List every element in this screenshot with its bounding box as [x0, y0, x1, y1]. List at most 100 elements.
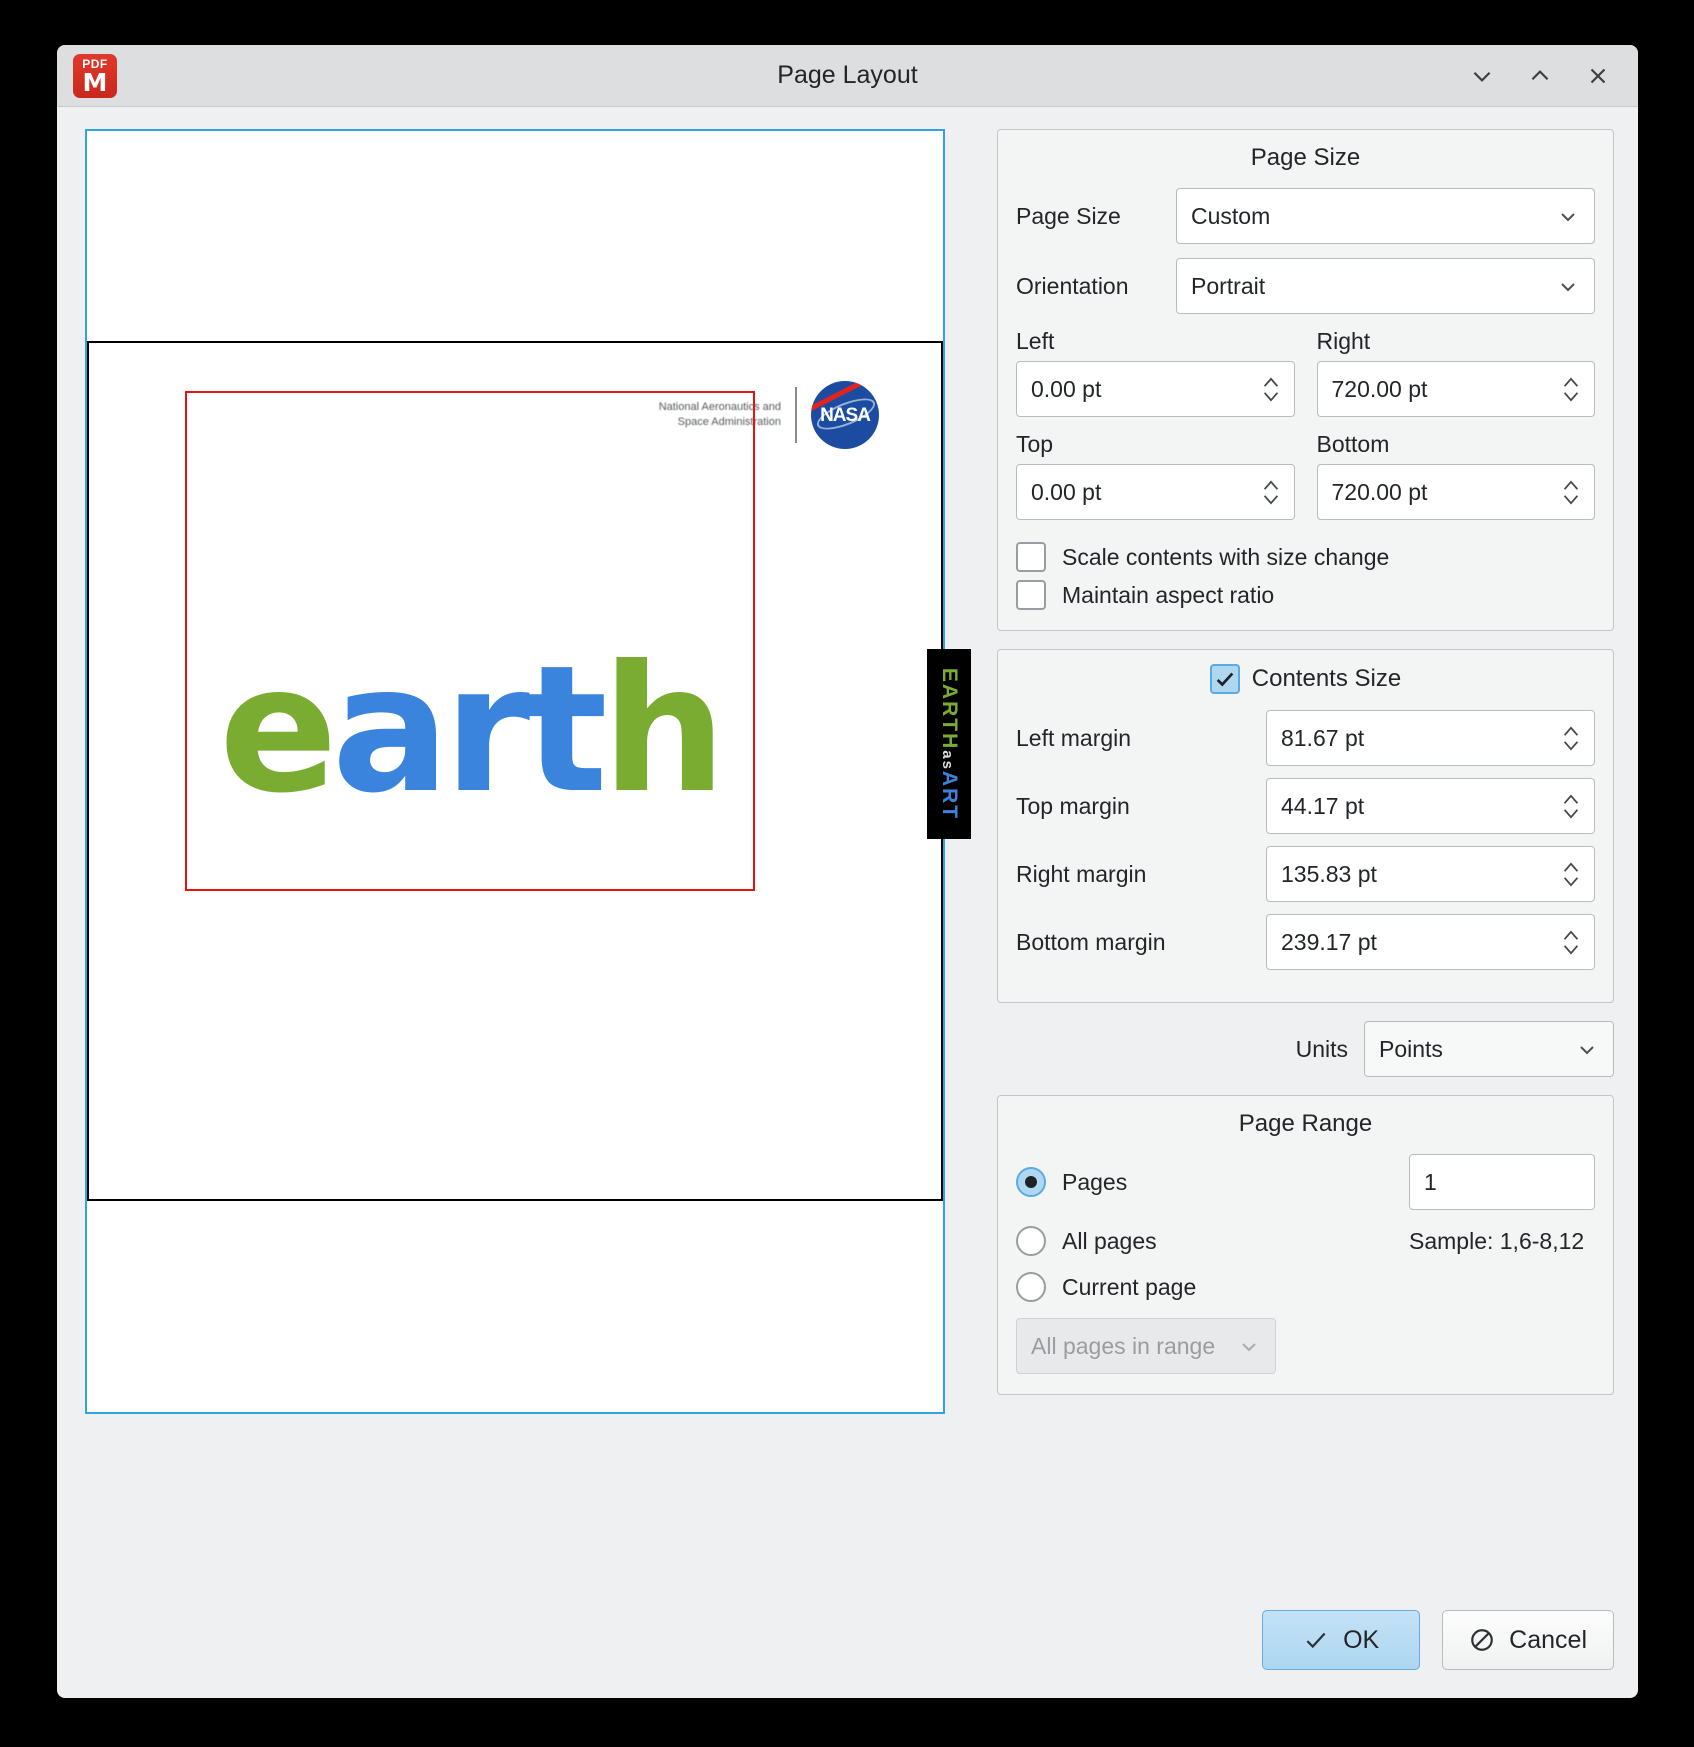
bottom-margin-value: 239.17 pt — [1281, 928, 1377, 955]
cancel-icon — [1469, 1627, 1495, 1653]
contents-size-group: Contents Size Left margin 81.67 pt Top m… — [997, 649, 1614, 1003]
radio-dot — [1025, 1176, 1037, 1188]
check-icon — [1216, 672, 1234, 687]
bottom-margin-spinbox[interactable]: 239.17 pt — [1266, 914, 1595, 970]
top-label: Top — [1016, 431, 1054, 457]
nasa-divider — [795, 387, 797, 443]
left-label: Left — [1016, 328, 1055, 354]
pages-radio[interactable] — [1016, 1167, 1046, 1197]
chevron-down-icon — [1556, 204, 1580, 228]
left-margin-row: Left margin 81.67 pt — [1016, 710, 1595, 766]
page-range-group: Page Range Pages 1 All pages Sample: 1,6… — [997, 1095, 1614, 1395]
spinner-arrows-icon[interactable] — [1258, 376, 1284, 403]
spinner-arrows-icon[interactable] — [1558, 793, 1584, 820]
scale-contents-row[interactable]: Scale contents with size change — [1016, 542, 1595, 572]
check-icon — [1303, 1627, 1329, 1653]
current-page-label: Current page — [1062, 1273, 1197, 1300]
page-size-select[interactable]: Custom — [1176, 188, 1595, 244]
close-button[interactable] — [1576, 54, 1620, 98]
units-label: Units — [1295, 1035, 1348, 1062]
page-outline-new-size: National Aeronautics and Space Administr… — [85, 129, 971, 1414]
tab-as-text: as — [939, 750, 957, 771]
top-spinbox[interactable]: 0.00 pt — [1016, 464, 1295, 520]
range-filter-select: All pages in range — [1016, 1318, 1276, 1374]
bottom-value: 720.00 pt — [1331, 478, 1428, 505]
contents-size-group-title: Contents Size — [1016, 664, 1595, 694]
earth-letters-art: art — [331, 629, 608, 832]
bottom-margin-label: Bottom margin — [1016, 928, 1166, 955]
left-margin-label: Left margin — [1016, 724, 1132, 751]
left-spinbox[interactable]: 0.00 pt — [1016, 361, 1295, 417]
chevron-down-icon — [1237, 1334, 1261, 1358]
page-size-group: Page Size Page Size Custom Orientation P… — [997, 129, 1614, 631]
right-margin-spinbox[interactable]: 135.83 pt — [1266, 846, 1595, 902]
earth-wordmark: earth — [219, 643, 726, 818]
all-pages-radio-row[interactable]: All pages Sample: 1,6-8,12 — [1016, 1226, 1595, 1256]
window-controls — [1460, 45, 1620, 106]
pages-radio-row[interactable]: Pages 1 — [1016, 1154, 1595, 1210]
app-icon-m-glyph: M — [82, 67, 108, 97]
spinner-arrows-icon[interactable] — [1258, 479, 1284, 506]
left-margin-spinbox[interactable]: 81.67 pt — [1266, 710, 1595, 766]
orientation-select[interactable]: Portrait — [1176, 258, 1595, 314]
bottom-margin-row: Bottom margin 239.17 pt — [1016, 914, 1595, 970]
title-bar: PDF M Page Layout — [57, 45, 1638, 107]
units-value: Points — [1379, 1035, 1443, 1062]
range-filter-value: All pages in range — [1031, 1332, 1216, 1359]
earth-letter-e: e — [219, 629, 338, 832]
spinner-arrows-icon[interactable] — [1558, 929, 1584, 956]
close-icon — [1590, 68, 1606, 83]
pages-label: Pages — [1062, 1168, 1128, 1195]
pages-input[interactable]: 1 — [1409, 1154, 1595, 1210]
right-margin-value: 135.83 pt — [1281, 860, 1377, 887]
top-margin-row: Top margin 44.17 pt — [1016, 778, 1595, 834]
chevron-down-icon — [1575, 1037, 1599, 1061]
left-value: 0.00 pt — [1031, 375, 1102, 402]
pages-input-value: 1 — [1424, 1168, 1437, 1195]
current-page-radio[interactable] — [1016, 1272, 1046, 1302]
units-select[interactable]: Points — [1364, 1021, 1614, 1077]
dialog-body: National Aeronautics and Space Administr… — [57, 107, 1638, 1698]
page-size-value: Custom — [1191, 202, 1271, 229]
current-page-radio-row[interactable]: Current page — [1016, 1272, 1595, 1302]
window-title: Page Layout — [777, 61, 918, 89]
all-pages-radio[interactable] — [1016, 1226, 1046, 1256]
range-filter-row: All pages in range — [1016, 1318, 1595, 1374]
earth-as-art-tab-text: EARTHasART — [937, 668, 961, 820]
scale-contents-checkbox[interactable] — [1016, 542, 1046, 572]
cancel-button[interactable]: Cancel — [1442, 1610, 1614, 1670]
minimize-button[interactable] — [1460, 54, 1504, 98]
right-margin-row: Right margin 135.83 pt — [1016, 846, 1595, 902]
chevron-up-icon — [1531, 69, 1549, 80]
orientation-label: Orientation — [1016, 272, 1129, 299]
contents-size-title-text: Contents Size — [1251, 665, 1402, 692]
page-preview[interactable]: National Aeronautics and Space Administr… — [81, 129, 971, 1414]
right-spinbox[interactable]: 720.00 pt — [1316, 361, 1595, 417]
ok-button-label: OK — [1343, 1625, 1380, 1654]
spinner-arrows-icon[interactable] — [1558, 861, 1584, 888]
page-size-group-title: Page Size — [1250, 144, 1361, 171]
top-margin-label: Top margin — [1016, 792, 1130, 819]
right-margin-label: Right margin — [1016, 860, 1147, 887]
maintain-ratio-checkbox[interactable] — [1016, 580, 1046, 610]
maximize-button[interactable] — [1518, 54, 1562, 98]
units-row: Units Points — [997, 1021, 1614, 1077]
app-icon: PDF M — [73, 53, 117, 98]
chevron-down-icon — [1473, 71, 1491, 82]
contents-size-checkbox[interactable] — [1209, 664, 1240, 694]
page-range-group-title: Page Range — [1238, 1110, 1373, 1137]
maintain-ratio-row[interactable]: Maintain aspect ratio — [1016, 580, 1595, 610]
nasa-logo-icon: NASA — [811, 381, 879, 449]
bottom-spinbox[interactable]: 720.00 pt — [1316, 464, 1595, 520]
spinner-arrows-icon[interactable] — [1558, 725, 1584, 752]
spinner-arrows-icon[interactable] — [1558, 376, 1584, 403]
orientation-row: Orientation Portrait — [1016, 258, 1595, 314]
page-bounds-grid: Left Right 0.00 pt 720.00 pt Top Bottom … — [1016, 328, 1595, 534]
orientation-value: Portrait — [1191, 272, 1266, 299]
top-margin-value: 44.17 pt — [1281, 792, 1365, 819]
sample-hint: Sample: 1,6-8,12 — [1409, 1227, 1585, 1254]
page-layout-dialog: PDF M Page Layout National Aeronautics a… — [57, 45, 1638, 1698]
spinner-arrows-icon[interactable] — [1558, 479, 1584, 506]
ok-button[interactable]: OK — [1262, 1610, 1421, 1670]
top-margin-spinbox[interactable]: 44.17 pt — [1266, 778, 1595, 834]
